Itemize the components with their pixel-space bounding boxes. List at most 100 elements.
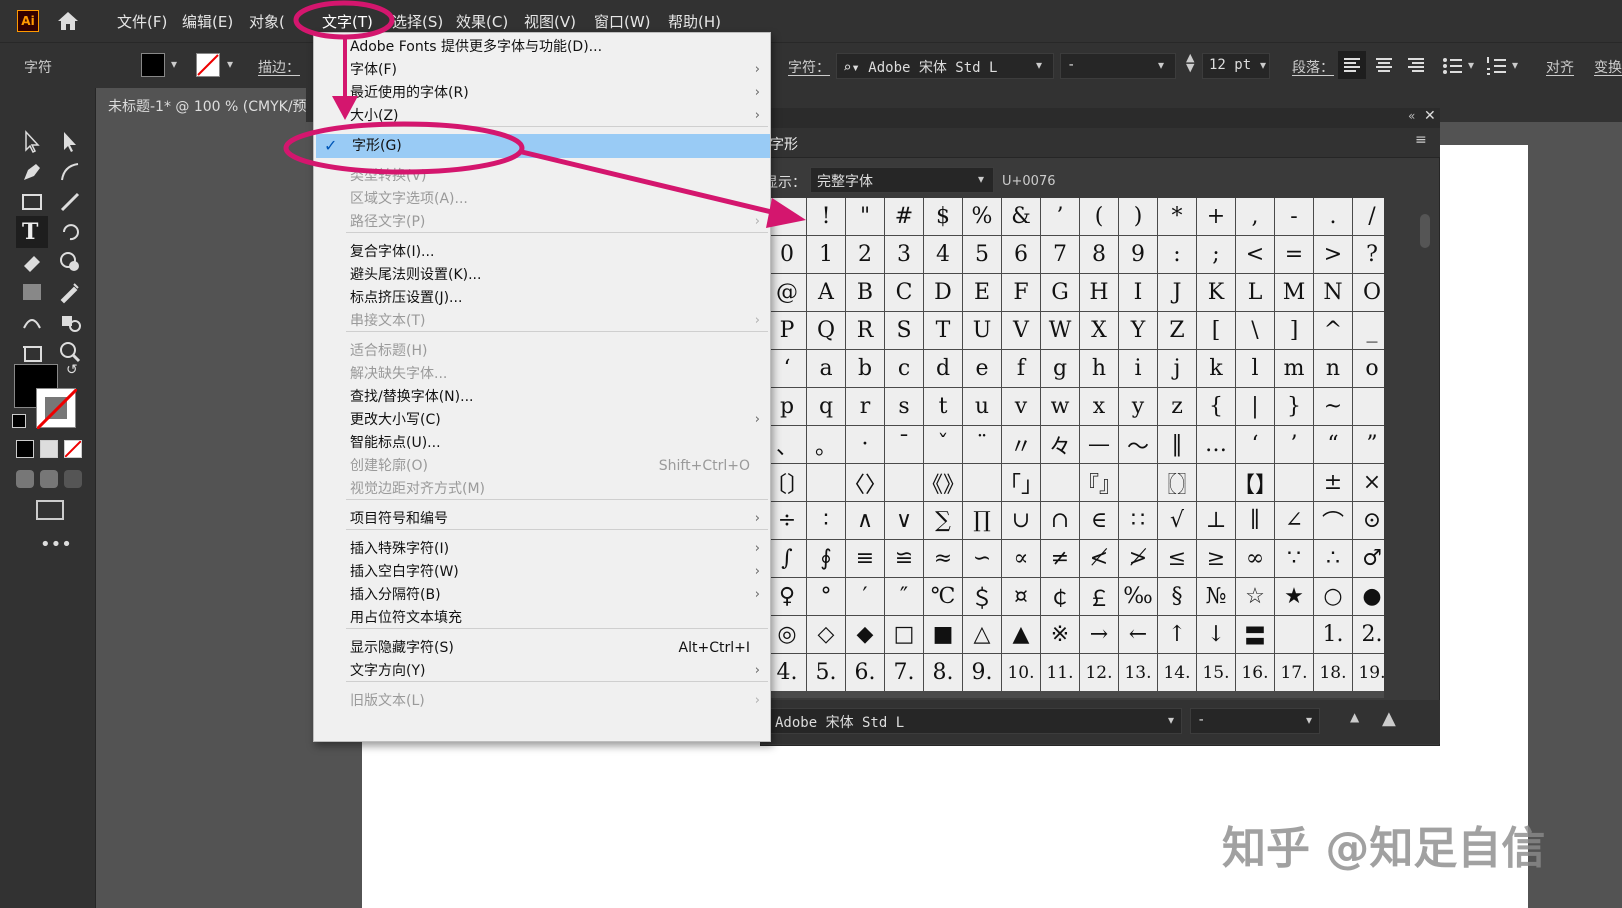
glyph-cell[interactable]: 6. xyxy=(846,654,884,691)
menu-item[interactable]: 插入空白字符(W) › xyxy=(314,560,770,584)
gradient-mode-button[interactable] xyxy=(40,440,58,458)
menu-window[interactable]: 窗口(W) xyxy=(594,11,651,32)
glyph-cell[interactable] xyxy=(1275,616,1313,653)
menu-item[interactable]: 智能标点(U)... xyxy=(314,431,770,455)
glyph-cell[interactable]: E xyxy=(963,274,1001,311)
chevron-down-icon[interactable]: ▾ xyxy=(1036,58,1042,72)
glyph-cell[interactable]: 2 xyxy=(846,236,884,273)
glyph-cell[interactable]: C xyxy=(885,274,923,311)
glyph-cell[interactable]: ? xyxy=(1353,236,1384,273)
glyph-cell[interactable]: e xyxy=(963,350,1001,387)
glyph-cell[interactable]: t xyxy=(924,388,962,425)
glyph-cell[interactable]: c xyxy=(885,350,923,387)
close-icon[interactable]: ✕ xyxy=(1424,108,1436,124)
chevron-down-icon[interactable]: ▾ xyxy=(1306,713,1312,727)
glyph-cell[interactable] xyxy=(885,464,923,501)
glyph-cell[interactable]: 11. xyxy=(1041,654,1079,691)
glyph-cell[interactable]: ∷ xyxy=(1119,502,1157,539)
stroke-color-swatch[interactable] xyxy=(35,387,79,431)
menu-view[interactable]: 视图(V) xyxy=(524,11,576,32)
glyph-cell[interactable]: ∝ xyxy=(1002,540,1040,577)
panel-menu-icon[interactable]: ≡ xyxy=(1415,132,1427,148)
glyph-cell[interactable]: = xyxy=(1275,236,1313,273)
glyph-cell[interactable]: > xyxy=(1314,236,1352,273)
glyph-cell[interactable]: g xyxy=(1041,350,1079,387)
glyph-cell[interactable]: b xyxy=(846,350,884,387)
glyph-cell[interactable]: ≮ xyxy=(1080,540,1118,577)
glyph-cell[interactable]: y xyxy=(1119,388,1157,425)
menu-item[interactable]: 项目符号和编号 › xyxy=(314,507,770,531)
glyph-cell[interactable]: F xyxy=(1002,274,1040,311)
glyph-cell[interactable]: ¨ xyxy=(963,426,1001,463)
swap-colors-icon[interactable]: ↺ xyxy=(66,362,78,378)
glyph-cell[interactable]: : xyxy=(1158,236,1196,273)
menu-item[interactable]: 标点挤压设置(J)... xyxy=(314,286,770,310)
glyph-cell[interactable]: ↓ xyxy=(1197,616,1235,653)
menu-item[interactable]: 视觉边距对齐方式(M) xyxy=(314,477,770,501)
glyph-cell[interactable]: Z xyxy=(1158,312,1196,349)
glyph-cell[interactable]: n xyxy=(1314,350,1352,387)
menu-item[interactable]: 最近使用的字体(R) › xyxy=(314,81,770,105)
glyph-cell[interactable]: 8 xyxy=(1080,236,1118,273)
glyph-cell[interactable]: ; xyxy=(1197,236,1235,273)
footer-font-style-select[interactable]: - xyxy=(1190,708,1320,734)
glyph-cell[interactable]: ≌ xyxy=(885,540,923,577)
chevron-down-icon[interactable]: ▾ xyxy=(1158,58,1164,72)
menu-item[interactable]: 文字方向(Y) › xyxy=(314,659,770,683)
chevron-down-icon[interactable]: ▾ xyxy=(1468,58,1474,72)
glyph-cell[interactable]: ‰ xyxy=(1119,578,1157,615)
paintbrush-tool-icon[interactable] xyxy=(56,188,84,216)
glyph-cell[interactable]: ∮ xyxy=(807,540,845,577)
menu-item[interactable]: 复合字体(I)... xyxy=(314,240,770,264)
menu-item[interactable]: 更改大小写(C) › xyxy=(314,408,770,432)
glyph-cell[interactable]: m xyxy=(1275,350,1313,387)
glyph-cell[interactable]: ! xyxy=(807,198,845,235)
glyph-cell[interactable]: × xyxy=(1353,464,1384,501)
glyph-cell[interactable]: 7 xyxy=(1041,236,1079,273)
glyph-cell[interactable]: ■ xyxy=(924,616,962,653)
artboard-tool-icon[interactable] xyxy=(18,338,46,366)
glyph-cell[interactable]: ∪ xyxy=(1002,502,1040,539)
glyph-cell[interactable]: ‘ xyxy=(1236,426,1274,463)
draw-behind-icon[interactable] xyxy=(40,470,58,488)
glyph-cell[interactable]: } xyxy=(1275,388,1313,425)
rotate-tool-icon[interactable] xyxy=(56,218,84,246)
glyph-cell[interactable]: 10. xyxy=(1002,654,1040,691)
glyph-cell[interactable]: ’ xyxy=(1041,198,1079,235)
glyph-cell[interactable]: · xyxy=(846,426,884,463)
glyph-cell[interactable]: ) xyxy=(1119,198,1157,235)
glyph-cell[interactable]: / xyxy=(1353,198,1384,235)
glyph-cell[interactable]: ◎ xyxy=(768,616,806,653)
glyph-grid-scrollbar[interactable] xyxy=(1418,200,1432,692)
glyph-cell[interactable]: 0 xyxy=(768,236,806,273)
glyph-cell[interactable]: 16. xyxy=(1236,654,1274,691)
glyph-cell[interactable]: 4 xyxy=(924,236,962,273)
glyph-cell[interactable]: w xyxy=(1041,388,1079,425)
glyph-cell[interactable]: u xyxy=(963,388,1001,425)
glyph-cell[interactable]: H xyxy=(1080,274,1118,311)
screen-mode-icon[interactable] xyxy=(36,500,64,520)
zoom-in-glyphs-icon[interactable]: ▲ xyxy=(1382,708,1396,729)
glyph-cell[interactable]: \ xyxy=(1236,312,1274,349)
glyph-cell[interactable]: + xyxy=(1197,198,1235,235)
shape-builder-tool-icon[interactable] xyxy=(56,248,84,276)
glyph-cell[interactable]: 『』 xyxy=(1077,464,1121,501)
glyph-cell[interactable]: k xyxy=(1197,350,1235,387)
collapse-icon[interactable]: « xyxy=(1408,109,1415,123)
glyph-cell[interactable]: W xyxy=(1041,312,1079,349)
symbol-sprayer-tool-icon[interactable] xyxy=(56,308,84,336)
menu-item[interactable]: 适合标题(H) xyxy=(314,339,770,363)
glyph-cell[interactable]: s xyxy=(885,388,923,425)
glyph-cell[interactable]: ≡ xyxy=(846,540,884,577)
glyph-cell[interactable]: h xyxy=(1080,350,1118,387)
glyph-cell[interactable]: Y xyxy=(1119,312,1157,349)
glyph-cell[interactable]: . xyxy=(1314,198,1352,235)
glyph-cell[interactable]: ← xyxy=(1119,616,1157,653)
glyph-cell[interactable]: ( xyxy=(1080,198,1118,235)
glyph-cell[interactable]: “ xyxy=(1314,426,1352,463)
glyph-cell[interactable] xyxy=(768,198,806,235)
glyph-cell[interactable]: f xyxy=(1002,350,1040,387)
glyph-cell[interactable]: ↑ xyxy=(1158,616,1196,653)
menu-edit[interactable]: 编辑(E) xyxy=(182,11,233,32)
menu-item[interactable]: 解决缺失字体... xyxy=(314,362,770,386)
